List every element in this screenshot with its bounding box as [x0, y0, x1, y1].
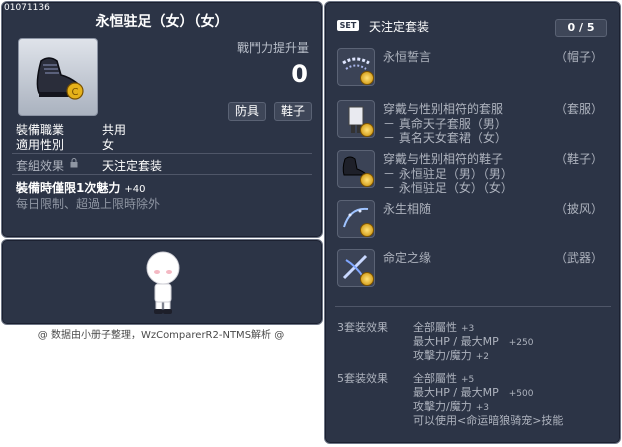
power-label: 戰鬥力提升量: [236, 41, 309, 55]
cape-icon: [337, 200, 375, 238]
set-piece-name: 永恒誓言: [383, 50, 432, 64]
coin-icon: [360, 272, 374, 286]
credit-text: @ 数据由小册子整理，WzComparerR2-NTMS解析 @: [37, 330, 285, 341]
gender-label: 適用性別: [16, 138, 65, 152]
coin-icon: [360, 123, 374, 137]
category-tag-armor: 防具: [228, 102, 267, 121]
coin-icon: [360, 223, 374, 237]
charm-bonus-value: +40: [124, 184, 146, 195]
avatar-preview-panel: [1, 239, 323, 325]
set-effect-5-label: 5套装效果: [337, 372, 388, 385]
svg-text:C: C: [72, 87, 79, 98]
set-piece-name: 命定之缘: [383, 251, 432, 265]
charm-bonus: 裝備時僅限1次魅力 +40: [16, 179, 145, 196]
set-badge: SET: [337, 20, 359, 31]
lock-icon: [70, 158, 78, 168]
coin-icon: [360, 173, 374, 187]
set-effect-label: 套組效果: [16, 159, 65, 173]
divider: [335, 306, 611, 307]
category-tag-shoes: 鞋子: [274, 102, 313, 121]
power-value: 0: [291, 60, 308, 88]
set-piece-slot: （鞋子）: [554, 152, 603, 166]
hat-icon: [337, 48, 375, 86]
gender-value: 女: [102, 138, 115, 152]
shoes-icon: [337, 150, 375, 188]
limit-text: 每日限制、超過上限時除外: [16, 197, 161, 211]
avatar-character: [146, 251, 180, 314]
set-name: 天注定套装: [369, 20, 430, 34]
charm-bonus-label: 裝備時僅限1次魅力: [16, 181, 121, 195]
divider: [12, 174, 312, 175]
divider: [12, 153, 312, 154]
set-count: 0 / 5: [555, 19, 607, 37]
set-effect-value: 天注定套装: [102, 159, 163, 173]
item-title: 永恒驻足（女）（女）: [95, 14, 229, 30]
set-effect-line: 可以使用<命运暗狼骑宠>技能: [413, 414, 564, 427]
coin-icon: [360, 71, 374, 85]
set-piece-slot: （套服）: [554, 102, 603, 116]
set-piece-name: 永生相随: [383, 202, 432, 216]
set-piece-slot: （武器）: [554, 251, 603, 265]
set-effect-3-label: 3套装效果: [337, 321, 388, 334]
set-effect-panel: SET 天注定套装 0 / 5 永恒誓言 （帽子） 穿戴与性别相符的套服 （套服…: [324, 1, 621, 444]
shoe-icon: C: [36, 57, 84, 100]
set-piece-option: － 真名天女套裙（女）: [383, 131, 507, 145]
item-tooltip-panel: 01071136 永恒驻足（女）（女） C 戰鬥力提升量 0 防具 鞋子 裝備職…: [1, 1, 323, 238]
set-effect-line: 攻擊力/魔力 +2: [413, 349, 489, 362]
suit-icon: [337, 100, 375, 138]
weapon-icon: [337, 249, 375, 287]
set-piece-slot: （帽子）: [554, 50, 603, 64]
item-icon-frame: C: [18, 38, 98, 116]
set-piece-option: － 永恒驻足（女）（女）: [383, 181, 513, 195]
set-piece-slot: （披风）: [554, 202, 603, 216]
